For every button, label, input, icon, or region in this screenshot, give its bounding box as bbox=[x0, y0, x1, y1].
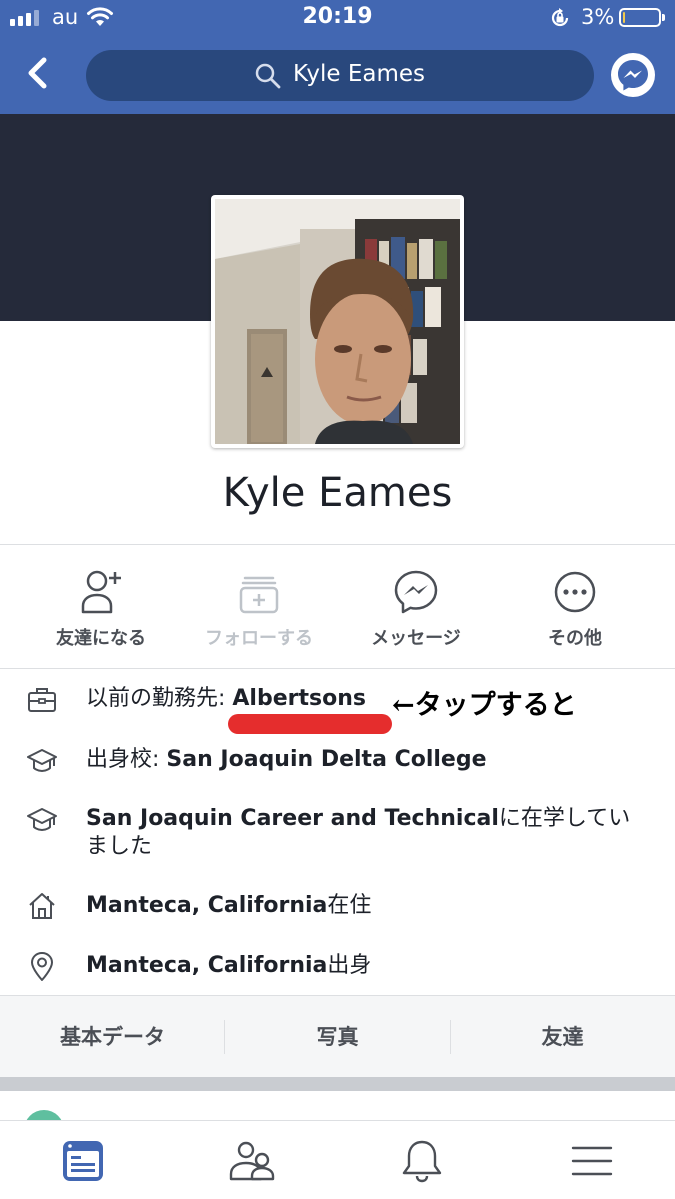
profile-name: Kyle Eames bbox=[222, 470, 453, 516]
lives-suffix: 在住 bbox=[327, 893, 372, 918]
status-bar: au 20:19 3% bbox=[0, 0, 675, 36]
graduation-cap-icon bbox=[27, 749, 57, 773]
friends-icon bbox=[229, 1141, 275, 1181]
work-prefix: 以前の勤務先: bbox=[86, 686, 233, 711]
more-button[interactable]: その他 bbox=[500, 568, 650, 650]
school-prefix: 出身校: bbox=[86, 747, 167, 772]
follow-icon bbox=[239, 576, 279, 614]
status-time: 20:19 bbox=[302, 4, 373, 29]
bottom-nav-friends[interactable] bbox=[228, 1137, 276, 1185]
add-friend-icon bbox=[81, 570, 121, 614]
more-label: その他 bbox=[548, 628, 602, 649]
profile-tabs: 基本データ 写真 友達 bbox=[0, 995, 675, 1077]
battery-icon bbox=[619, 8, 665, 27]
tab-photos[interactable]: 写真 bbox=[225, 996, 450, 1078]
school-name-link[interactable]: San Joaquin Delta College bbox=[166, 747, 486, 772]
divider bbox=[0, 544, 675, 545]
messenger-icon bbox=[618, 60, 648, 91]
chevron-left-icon bbox=[28, 57, 47, 89]
annotation-text: ←タップすると bbox=[392, 690, 577, 721]
from-suffix: 出身 bbox=[327, 953, 372, 978]
menu-icon bbox=[571, 1146, 613, 1176]
tab-friends[interactable]: 友達 bbox=[450, 996, 675, 1078]
rotation-lock-icon bbox=[551, 8, 569, 27]
search-query: Kyle Eames bbox=[293, 61, 426, 87]
top-nav-bar: Kyle Eames bbox=[0, 36, 675, 114]
work-employer-link[interactable]: Albertsons bbox=[232, 686, 366, 711]
add-friend-button[interactable]: 友達になる bbox=[26, 568, 176, 650]
back-button[interactable] bbox=[14, 48, 62, 100]
messenger-button[interactable] bbox=[611, 53, 655, 97]
bottom-nav-news-feed[interactable] bbox=[59, 1137, 107, 1185]
add-friend-label: 友達になる bbox=[56, 628, 146, 649]
red-underline-mark bbox=[228, 714, 392, 734]
follow-button[interactable]: フォローする bbox=[184, 568, 334, 650]
home-icon bbox=[29, 893, 55, 919]
hometown-link[interactable]: Manteca, California bbox=[86, 953, 327, 978]
graduation-cap-icon bbox=[27, 808, 57, 832]
current-city-link[interactable]: Manteca, California bbox=[86, 893, 327, 918]
battery-percent: 3% bbox=[581, 5, 615, 29]
profile-picture[interactable] bbox=[211, 195, 464, 448]
profile-photo-image bbox=[215, 199, 460, 444]
study-school-link[interactable]: San Joaquin Career and Technical bbox=[86, 806, 499, 831]
section-separator bbox=[0, 1077, 675, 1091]
divider bbox=[0, 668, 675, 669]
bottom-nav-bar bbox=[0, 1120, 675, 1199]
messenger-icon bbox=[394, 570, 438, 614]
search-icon bbox=[255, 63, 281, 89]
tab-about[interactable]: 基本データ bbox=[0, 996, 225, 1078]
location-pin-icon bbox=[31, 952, 53, 981]
more-icon bbox=[554, 571, 596, 613]
bottom-nav-notifications[interactable] bbox=[398, 1137, 446, 1185]
follow-label: フォローする bbox=[205, 628, 313, 649]
briefcase-icon bbox=[28, 688, 56, 712]
news-feed-icon bbox=[63, 1141, 103, 1181]
bell-icon bbox=[402, 1140, 442, 1183]
message-button[interactable]: メッセージ bbox=[341, 568, 491, 650]
message-label: メッセージ bbox=[371, 628, 461, 649]
bottom-nav-menu[interactable] bbox=[568, 1137, 616, 1185]
search-field[interactable]: Kyle Eames bbox=[86, 50, 594, 101]
